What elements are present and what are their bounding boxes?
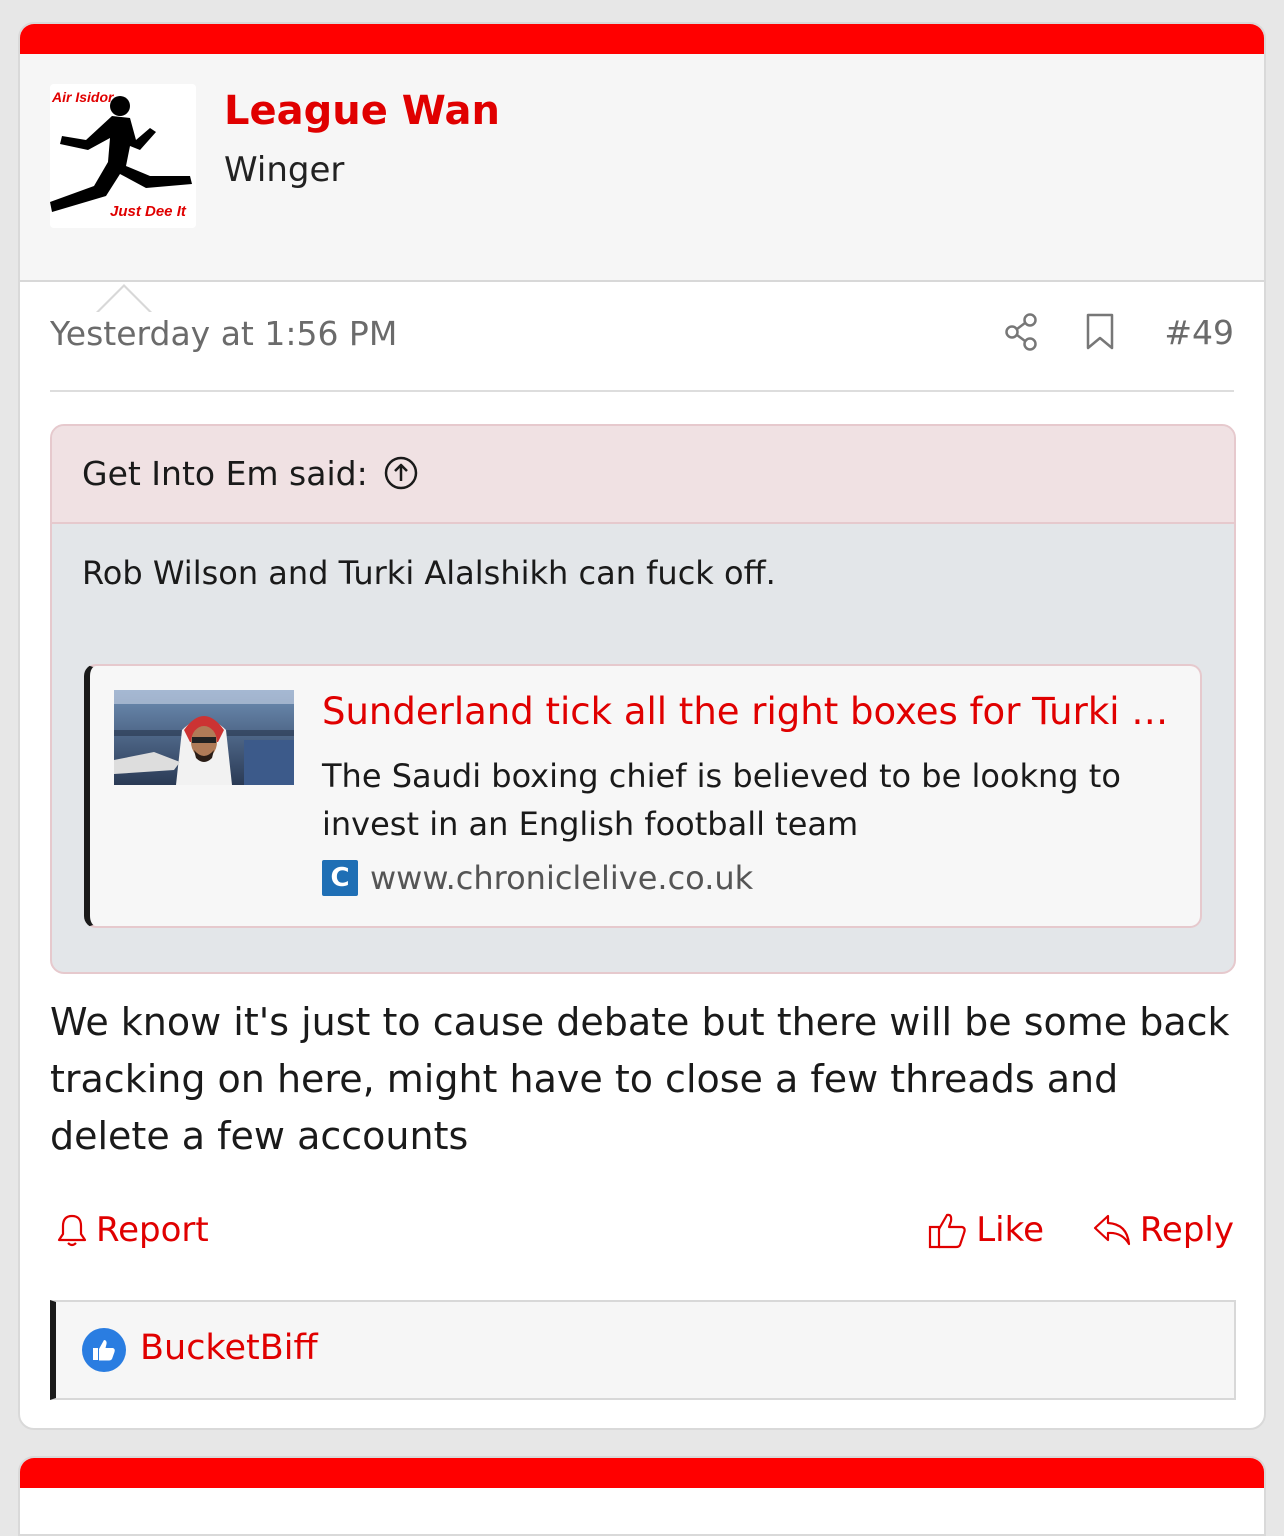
post-number[interactable]: #49 <box>1164 313 1234 352</box>
header-caret-fill <box>98 287 150 313</box>
reply-button[interactable]: Reply <box>1092 1210 1234 1250</box>
post-body: We know it's just to cause debate but th… <box>50 1000 1230 1158</box>
reply-arrow-icon <box>1093 1214 1130 1246</box>
post-meta-actions: #49 <box>1002 312 1234 352</box>
avatar-image: Air Isidor Just Dee It <box>50 84 196 228</box>
avatar-text-bottom: Just Dee It <box>110 203 187 220</box>
avatar-text-top: Air Isidor <box>51 89 115 105</box>
next-post-top-bar <box>20 1458 1264 1488</box>
quote-text: Rob Wilson and Turki Alalshikh can fuck … <box>82 554 776 592</box>
quote-attribution[interactable]: Get Into Em said: <box>82 454 368 493</box>
like-reaction-icon <box>82 1328 126 1372</box>
user-header: Air Isidor Just Dee It League Wan Winger <box>20 54 1264 313</box>
link-preview-thumbnail <box>114 690 294 785</box>
thumbs-up-icon <box>929 1213 966 1249</box>
meta-divider <box>50 390 1234 392</box>
site-favicon-icon: C <box>322 860 358 896</box>
post-card: Air Isidor Just Dee It League Wan Winger… <box>18 22 1266 1430</box>
link-preview-domain-text: www.chroniclelive.co.uk <box>370 859 754 897</box>
bell-icon <box>57 1214 87 1247</box>
reaction-user-link[interactable]: BucketBiff <box>140 1328 318 1368</box>
link-preview-title[interactable]: Sunderland tick all the right boxes for … <box>322 690 1182 733</box>
reactions-bar: BucketBiff <box>50 1300 1236 1400</box>
next-post-card <box>18 1456 1266 1536</box>
link-preview-description: The Saudi boxing chief is believed to be… <box>322 757 1121 843</box>
report-label: Report <box>96 1210 209 1250</box>
user-title: Winger <box>224 150 345 190</box>
quote-header: Get Into Em said: <box>52 426 1234 524</box>
link-preview[interactable]: Sunderland tick all the right boxes for … <box>84 664 1202 928</box>
link-preview-domain: C www.chroniclelive.co.uk <box>322 859 753 897</box>
username[interactable]: League Wan <box>224 88 500 134</box>
post-actions: Report Like Reply <box>50 1210 1234 1258</box>
like-label: Like <box>976 1210 1044 1250</box>
post-date[interactable]: Yesterday at 1:56 PM <box>50 314 397 353</box>
reply-label: Reply <box>1139 1210 1234 1250</box>
share-icon[interactable] <box>1002 312 1042 352</box>
quote-block: Get Into Em said: Rob Wilson and Turki A… <box>50 424 1236 974</box>
avatar[interactable]: Air Isidor Just Dee It <box>50 84 196 228</box>
jump-to-quote-icon[interactable] <box>384 456 418 490</box>
report-button[interactable]: Report <box>56 1210 209 1250</box>
bookmark-icon[interactable] <box>1080 312 1120 352</box>
like-button[interactable]: Like <box>928 1210 1044 1250</box>
post-top-bar <box>20 24 1264 54</box>
